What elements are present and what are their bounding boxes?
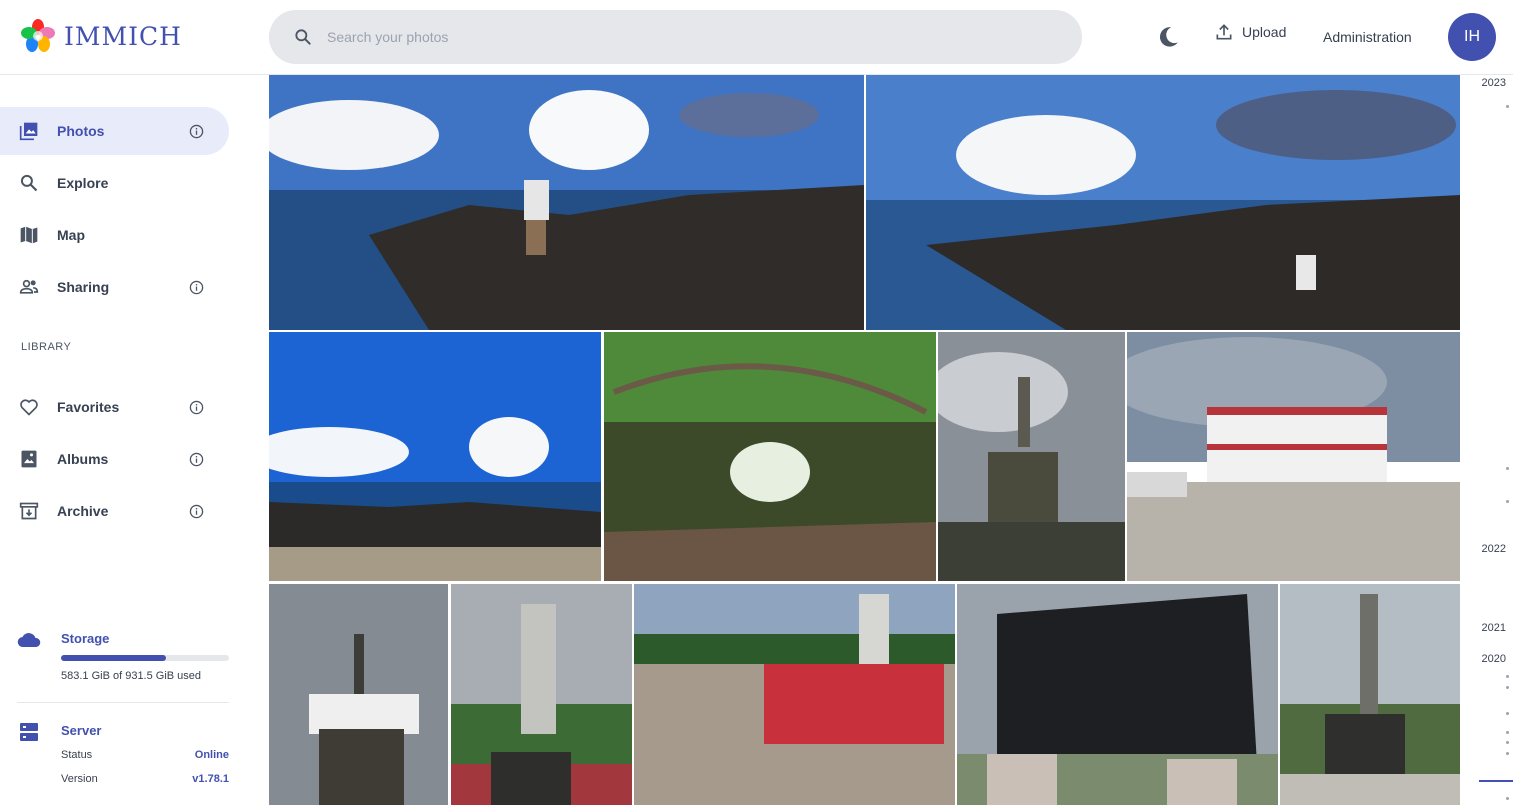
sharing-icon <box>19 279 39 294</box>
timeline-month-marker <box>1506 741 1509 744</box>
server-version-value: v1.78.1 <box>192 773 229 785</box>
albums-icon <box>21 450 37 468</box>
immich-logo[interactable]: IMMICH <box>20 18 182 54</box>
search-bar[interactable] <box>269 10 1082 64</box>
sidebar-item-explore[interactable]: Explore <box>0 159 229 207</box>
storage-usage-fill <box>61 655 167 661</box>
sidebar-item-label: Favorites <box>57 399 120 415</box>
timeline-scrubber[interactable]: 2023 2022 2021 2020 <box>1462 75 1513 805</box>
info-icon[interactable] <box>189 280 204 295</box>
user-avatar[interactable]: IH <box>1448 13 1496 61</box>
sidebar-item-albums[interactable]: Albums <box>0 435 229 483</box>
photo-thumbnail[interactable] <box>269 332 601 581</box>
timeline-month-marker <box>1506 712 1509 715</box>
timeline-position-indicator <box>1479 780 1513 782</box>
app-name: IMMICH <box>64 21 182 51</box>
timeline-month-marker <box>1506 675 1509 678</box>
library-section-title: LIBRARY <box>21 341 72 353</box>
upload-icon <box>1216 24 1232 40</box>
archive-icon <box>19 502 39 520</box>
sidebar-item-label: Sharing <box>57 279 110 295</box>
heart-icon <box>20 399 38 416</box>
photo-timeline <box>269 75 1460 805</box>
photo-thumbnail[interactable] <box>451 584 632 805</box>
info-icon[interactable] <box>189 452 204 467</box>
info-icon[interactable] <box>189 124 204 139</box>
server-status-label: Status <box>61 749 93 761</box>
timeline-year-label: 2021 <box>1481 622 1506 634</box>
storage-usage-text: 583.1 GiB of 931.5 GiB used <box>61 670 202 682</box>
timeline-month-marker <box>1506 105 1509 108</box>
photos-icon <box>19 122 38 141</box>
timeline-month-marker <box>1506 731 1509 734</box>
server-status-row: Status Online <box>61 749 229 761</box>
photo-thumbnail[interactable] <box>866 75 1460 330</box>
server-icon <box>20 723 38 741</box>
sidebar-item-label: Explore <box>57 175 109 191</box>
timeline-month-marker <box>1506 752 1509 755</box>
search-icon <box>20 174 38 192</box>
timeline-year-label: 2022 <box>1481 543 1506 555</box>
search-input[interactable] <box>325 28 1029 46</box>
immich-logo-icon <box>21 19 55 52</box>
storage-usage-bar <box>61 655 229 661</box>
photo-thumbnail[interactable] <box>604 332 936 581</box>
server-version-row: Version v1.78.1 <box>61 773 229 785</box>
upload-label: Upload <box>1242 24 1287 40</box>
divider <box>17 702 229 703</box>
map-icon <box>20 226 38 244</box>
info-icon[interactable] <box>189 400 204 415</box>
timeline-year-label: 2020 <box>1481 653 1506 665</box>
search-icon <box>295 29 311 45</box>
timeline-month-marker <box>1506 500 1509 503</box>
photo-thumbnail[interactable] <box>634 584 955 805</box>
timeline-month-marker <box>1506 686 1509 689</box>
sidebar-item-favorites[interactable]: Favorites <box>0 383 229 431</box>
top-bar: IMMICH Upload Administration IH <box>0 0 1513 75</box>
timeline-month-marker <box>1506 467 1509 470</box>
server-version-label: Version <box>61 773 98 785</box>
storage-title: Storage <box>61 631 110 646</box>
photo-thumbnail[interactable] <box>1127 332 1460 581</box>
administration-link[interactable]: Administration <box>1323 29 1412 45</box>
sidebar: Photos Explore Map Sharing LIBRARY Favor… <box>0 75 248 805</box>
timeline-month-marker <box>1506 797 1509 800</box>
photo-thumbnail[interactable] <box>269 75 864 330</box>
info-icon[interactable] <box>189 504 204 519</box>
sidebar-item-label: Albums <box>57 451 109 467</box>
photo-thumbnail[interactable] <box>269 584 448 805</box>
sidebar-item-label: Photos <box>57 123 105 139</box>
sidebar-item-sharing[interactable]: Sharing <box>0 263 229 311</box>
server-status-value: Online <box>194 749 229 761</box>
cloud-icon <box>17 633 41 648</box>
sidebar-item-map[interactable]: Map <box>0 211 229 259</box>
upload-button[interactable]: Upload <box>1214 22 1286 42</box>
photo-thumbnail[interactable] <box>938 332 1125 581</box>
sidebar-item-photos[interactable]: Photos <box>0 107 229 155</box>
sidebar-item-label: Archive <box>57 503 109 519</box>
sidebar-item-archive[interactable]: Archive <box>0 487 229 535</box>
server-title: Server <box>61 723 102 738</box>
theme-toggle-moon-icon[interactable] <box>1155 24 1181 50</box>
timeline-year-label: 2023 <box>1481 77 1506 89</box>
photo-thumbnail[interactable] <box>957 584 1278 805</box>
sidebar-item-label: Map <box>57 227 85 243</box>
photo-thumbnail[interactable] <box>1280 584 1460 805</box>
